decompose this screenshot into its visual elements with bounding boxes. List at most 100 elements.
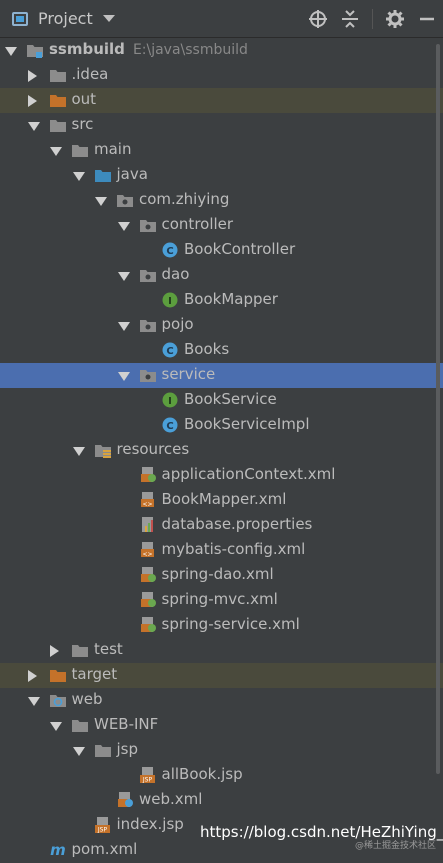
tree-node-allbook-jsp[interactable]: JSP allBook.jsp bbox=[0, 763, 443, 788]
tree-node-bookservice[interactable]: I BookService bbox=[0, 388, 443, 413]
tree-node-text: spring-dao.xml bbox=[161, 565, 274, 583]
tree-node-text: service bbox=[161, 365, 216, 383]
locate-icon[interactable] bbox=[306, 7, 330, 31]
svg-text:JSP: JSP bbox=[96, 827, 107, 834]
tree-node-text: WEB-INF bbox=[94, 715, 159, 733]
hide-icon[interactable] bbox=[415, 7, 439, 31]
dropdown-icon[interactable] bbox=[102, 15, 115, 22]
folder-orange-icon bbox=[49, 667, 67, 683]
tree-node-label: Books bbox=[184, 340, 229, 358]
tree-node-web[interactable]: web bbox=[0, 688, 443, 713]
tree-node-spring-dao-xml[interactable]: spring-dao.xml bbox=[0, 563, 443, 588]
collapse-arrow-icon[interactable] bbox=[50, 722, 62, 731]
folder-gray-icon bbox=[94, 742, 112, 758]
collapse-arrow-icon[interactable] bbox=[117, 222, 130, 231]
xml-spring-icon bbox=[139, 617, 157, 633]
tree-node-text: spring-mvc.xml bbox=[161, 590, 278, 608]
tree-node-ssmbuild[interactable]: ssmbuild E:\java\ssmbuild bbox=[0, 38, 443, 63]
tree-node-label: target bbox=[72, 665, 118, 683]
tree-node-label: BookController bbox=[184, 240, 295, 258]
tree-node-text: jsp bbox=[116, 740, 139, 758]
collapse-arrow-icon[interactable] bbox=[117, 322, 130, 331]
tree-node-label: BookMapper bbox=[184, 290, 278, 308]
tree-node-text: database.properties bbox=[161, 515, 313, 533]
class-icon: C bbox=[161, 242, 179, 258]
tree-node-resources[interactable]: resources bbox=[0, 438, 443, 463]
collapse-arrow-icon[interactable] bbox=[27, 697, 40, 706]
tree-node-text: main bbox=[94, 140, 132, 158]
module-icon bbox=[26, 42, 44, 58]
tree-node-label: ssmbuild E:\java\ssmbuild bbox=[49, 40, 248, 58]
project-tree[interactable]: ssmbuild E:\java\ssmbuild .idea out src main j… bbox=[0, 38, 443, 863]
tree-node-out[interactable]: out bbox=[0, 88, 443, 113]
tree-node-bookserviceimpl[interactable]: C BookServiceImpl bbox=[0, 413, 443, 438]
tree-node-bookcontroller[interactable]: C BookController bbox=[0, 238, 443, 263]
tree-node-bookmapper-xml[interactable]: <> BookMapper.xml bbox=[0, 488, 443, 513]
folder-gray-icon bbox=[71, 642, 89, 658]
collapse-arrow-icon[interactable] bbox=[72, 447, 85, 456]
tree-node-text: applicationContext.xml bbox=[161, 465, 336, 483]
expand-arrow-icon[interactable] bbox=[27, 70, 37, 82]
expand-arrow-icon[interactable] bbox=[27, 670, 37, 682]
tree-node-pojo[interactable]: pojo bbox=[0, 313, 443, 338]
tree-node-label: .idea bbox=[72, 65, 109, 83]
vertical-scrollbar[interactable] bbox=[436, 44, 440, 774]
folder-res-icon bbox=[94, 442, 112, 458]
tree-node-label: index.jsp bbox=[117, 815, 184, 833]
tree-node-target[interactable]: target bbox=[0, 663, 443, 688]
tree-node-idea[interactable]: .idea bbox=[0, 63, 443, 88]
tree-node-src[interactable]: src bbox=[0, 113, 443, 138]
collapse-arrow-icon[interactable] bbox=[72, 172, 85, 181]
tree-node-dao[interactable]: dao bbox=[0, 263, 443, 288]
tree-node-text: pojo bbox=[161, 315, 194, 333]
collapse-arrow-icon[interactable] bbox=[117, 372, 130, 381]
tree-node-com-zhiying[interactable]: com.zhiying bbox=[0, 188, 443, 213]
tree-node-text: BookMapper bbox=[184, 290, 278, 308]
tree-node-label: spring-mvc.xml bbox=[162, 590, 278, 608]
collapse-arrow-icon[interactable] bbox=[95, 197, 107, 206]
xml-spring-icon bbox=[139, 467, 157, 483]
package-icon bbox=[116, 192, 134, 208]
project-view-selector[interactable]: Project bbox=[12, 9, 115, 28]
folder-gray-icon bbox=[71, 717, 89, 733]
interface-icon: I bbox=[161, 392, 179, 408]
collapse-arrow-icon[interactable] bbox=[50, 147, 62, 156]
tree-node-test[interactable]: test bbox=[0, 638, 443, 663]
collapse-arrow-icon[interactable] bbox=[117, 272, 130, 281]
project-toolbar: Project bbox=[0, 0, 443, 38]
gear-icon[interactable] bbox=[383, 7, 407, 31]
svg-text:m: m bbox=[50, 842, 66, 858]
tree-node-label: spring-dao.xml bbox=[162, 565, 274, 583]
tree-node-spring-service-xml[interactable]: spring-service.xml bbox=[0, 613, 443, 638]
collapse-arrow-icon[interactable] bbox=[5, 47, 17, 56]
tree-node-label: BookMapper.xml bbox=[162, 490, 287, 508]
tree-node-label: out bbox=[72, 90, 97, 108]
collapse-arrow-icon[interactable] bbox=[27, 122, 40, 131]
collapse-icon[interactable] bbox=[338, 7, 362, 31]
tree-node-bookmapper[interactable]: I BookMapper bbox=[0, 288, 443, 313]
tree-node-label: spring-service.xml bbox=[162, 615, 300, 633]
package-icon bbox=[139, 317, 157, 333]
tree-node-mybatis-config-xml[interactable]: <> mybatis-config.xml bbox=[0, 538, 443, 563]
collapse-arrow-icon[interactable] bbox=[72, 747, 85, 756]
tree-node-label: test bbox=[94, 640, 123, 658]
folder-blue-icon bbox=[94, 167, 112, 183]
expand-arrow-icon[interactable] bbox=[50, 645, 59, 657]
tree-node-controller[interactable]: controller bbox=[0, 213, 443, 238]
tree-node-spring-mvc-xml[interactable]: spring-mvc.xml bbox=[0, 588, 443, 613]
tree-node-main[interactable]: main bbox=[0, 138, 443, 163]
tree-node-books[interactable]: C Books bbox=[0, 338, 443, 363]
xml-icon: <> bbox=[139, 542, 157, 558]
tree-node-java[interactable]: java bbox=[0, 163, 443, 188]
tree-node-service[interactable]: service bbox=[0, 363, 443, 388]
tree-node-applicationcontext-xml[interactable]: applicationContext.xml bbox=[0, 463, 443, 488]
tree-node-jsp[interactable]: jsp bbox=[0, 738, 443, 763]
project-view-title: Project bbox=[38, 9, 93, 28]
tree-node-web-xml[interactable]: web.xml bbox=[0, 788, 443, 813]
expand-arrow-icon[interactable] bbox=[27, 95, 37, 107]
tree-node-label: applicationContext.xml bbox=[162, 465, 336, 483]
tree-node-text: .idea bbox=[71, 65, 109, 83]
tree-node-text: java bbox=[116, 165, 148, 183]
tree-node-web-inf[interactable]: WEB-INF bbox=[0, 713, 443, 738]
tree-node-database-properties[interactable]: database.properties bbox=[0, 513, 443, 538]
